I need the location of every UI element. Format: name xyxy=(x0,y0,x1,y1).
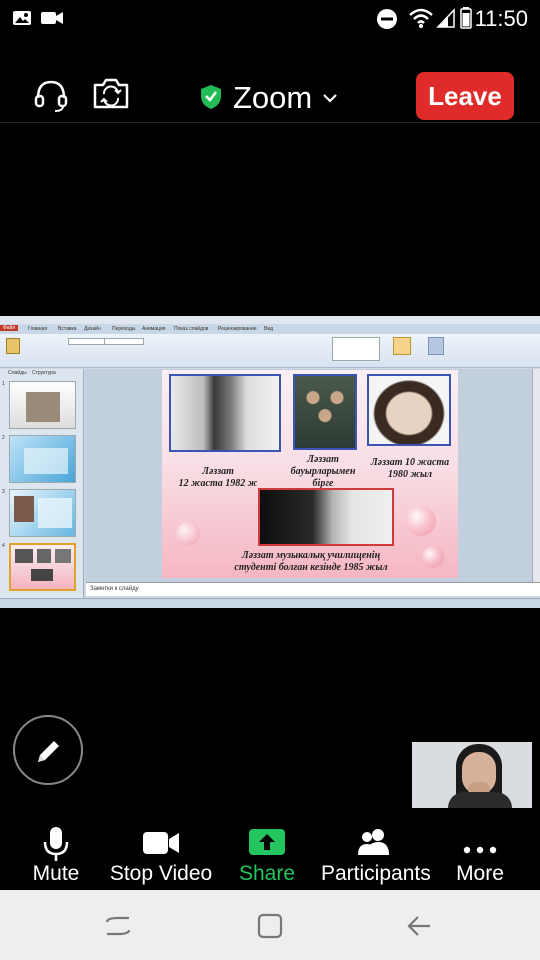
mute-label: Mute xyxy=(32,862,80,885)
headset-icon[interactable] xyxy=(33,78,69,119)
ribbon xyxy=(0,334,540,368)
ribbon-paste-icon[interactable] xyxy=(6,338,20,354)
caption-girl-portrait: Ләззат 10 жаста 1980 жыл xyxy=(362,457,458,481)
current-slide[interactable]: Ләззат 12 жаста 1982 ж Ләззат бауырларым… xyxy=(162,370,458,578)
slide-thumbnail[interactable] xyxy=(9,489,76,537)
caption-line: бауырларымен xyxy=(290,466,356,477)
caption-line: Ләззат 10 жаста xyxy=(370,457,450,468)
image-icon xyxy=(12,9,32,32)
ribbon-font-box[interactable] xyxy=(68,338,108,345)
thumb-number: 1 xyxy=(2,381,5,387)
more-label: More xyxy=(456,862,504,885)
tab-slideshow[interactable]: Показ слайдов xyxy=(174,326,208,332)
chevron-down-icon[interactable] xyxy=(323,91,337,109)
switch-camera-icon[interactable] xyxy=(92,76,130,115)
ribbon-tab-bar: Файл Главная Вставка Дизайн Переходы Ани… xyxy=(0,324,540,334)
ribbon-size-box[interactable] xyxy=(104,338,144,345)
ribbon-arrange-icon[interactable] xyxy=(393,337,411,355)
photo-girl-violin xyxy=(169,374,281,452)
caption-line: Ләззат xyxy=(202,466,234,477)
self-video-thumbnail[interactable] xyxy=(412,742,532,808)
tab-home[interactable]: Главная xyxy=(28,326,47,332)
vertical-scrollbar[interactable] xyxy=(532,369,540,582)
thumb-number: 3 xyxy=(2,489,5,495)
ribbon-shapes-gallery[interactable] xyxy=(332,337,380,361)
stop-video-label: Stop Video xyxy=(109,862,213,885)
photo-siblings xyxy=(293,374,357,450)
tab-view[interactable]: Вид xyxy=(264,326,273,332)
meeting-header: Zoom Leave xyxy=(0,60,540,130)
status-bar: 11:50 xyxy=(0,0,540,38)
header-divider xyxy=(0,122,540,123)
slide-thumbnail[interactable] xyxy=(9,381,76,429)
participants-icon xyxy=(355,828,393,862)
more-dots-icon xyxy=(463,836,497,860)
photo-girl-portrait xyxy=(367,374,451,446)
back-icon[interactable] xyxy=(406,912,434,945)
notes-pane[interactable]: Заметки к слайду xyxy=(86,582,540,596)
clock: 11:50 xyxy=(474,6,528,31)
thumbnail-image xyxy=(55,549,71,563)
ribbon-styles-icon[interactable] xyxy=(428,337,444,355)
slide-thumbnail[interactable] xyxy=(9,435,76,483)
annotate-button[interactable] xyxy=(13,715,83,785)
meeting-title[interactable]: Zoom xyxy=(233,80,312,116)
thumbnail-image xyxy=(31,569,53,581)
do-not-disturb-icon xyxy=(376,8,398,35)
tab-transitions[interactable]: Переходы xyxy=(112,326,135,332)
video-camera-icon xyxy=(142,830,180,862)
caption-line: 1980 жыл xyxy=(387,469,433,480)
thumbnail-text-block xyxy=(24,448,68,474)
tab-design[interactable]: Дизайн xyxy=(84,326,101,332)
wifi-icon xyxy=(408,7,434,34)
thumbnail-image xyxy=(37,549,51,563)
share-label: Share xyxy=(238,862,296,885)
caption-line: Ләззат xyxy=(307,454,339,465)
signal-icon xyxy=(436,8,456,33)
tab-insert[interactable]: Вставка xyxy=(58,326,77,332)
recent-apps-icon[interactable] xyxy=(104,912,132,945)
caption-girl-violin: Ләззат 12 жаста 1982 ж xyxy=(162,466,274,490)
tab-review[interactable]: Рецензирование xyxy=(218,326,257,332)
leave-button[interactable]: Leave xyxy=(416,72,514,120)
panel-tab-outline[interactable]: Структура xyxy=(32,370,56,376)
mute-button[interactable]: Mute xyxy=(14,818,98,890)
participants-button[interactable]: Participants xyxy=(318,818,430,890)
decorative-bubble xyxy=(406,506,436,536)
thumbnail-text-block xyxy=(38,498,72,528)
thumb-number: 4 xyxy=(2,543,5,549)
battery-icon xyxy=(460,7,472,34)
shared-screen: Файл Главная Вставка Дизайн Переходы Ани… xyxy=(0,316,540,608)
thumb-number: 2 xyxy=(2,435,5,441)
thumbnail-image xyxy=(14,496,34,522)
app-status-bar xyxy=(0,598,540,608)
more-button[interactable]: More xyxy=(444,818,516,890)
slide-thumbnail-selected[interactable] xyxy=(9,543,76,591)
photo-piano xyxy=(258,488,394,546)
panel-tab-slides[interactable]: Слайды xyxy=(8,370,27,376)
caption-siblings: Ләззат бауырларымен бірге xyxy=(284,454,362,490)
tab-animation[interactable]: Анимация xyxy=(142,326,165,332)
share-button[interactable]: Share xyxy=(230,818,304,890)
caption-line: Ләззат музыкалық училищенің xyxy=(241,550,381,561)
thumbnail-image xyxy=(26,392,60,422)
stop-video-button[interactable]: Stop Video xyxy=(106,818,216,890)
caption-piano: Ләззат музыкалық училищенің студенті бол… xyxy=(196,550,426,574)
home-icon[interactable] xyxy=(256,912,284,945)
meeting-toolbar: Mute Stop Video Share Participants More xyxy=(0,818,540,890)
pencil-icon xyxy=(35,737,63,770)
title-bar xyxy=(0,316,540,324)
decorative-bubble xyxy=(176,522,200,546)
thumbnail-image xyxy=(15,549,33,563)
share-screen-icon xyxy=(248,828,286,862)
self-video-shoulders xyxy=(448,792,512,808)
tab-file[interactable]: Файл xyxy=(0,325,19,331)
system-nav-bar xyxy=(0,890,540,960)
participants-label: Participants xyxy=(321,862,430,885)
slides-panel: Слайды Структура 1 2 3 4 xyxy=(0,369,84,598)
caption-line: студенті болған кезінде 1985 жыл xyxy=(234,562,388,573)
shield-check-icon xyxy=(200,84,222,115)
video-camera-icon xyxy=(40,9,64,32)
